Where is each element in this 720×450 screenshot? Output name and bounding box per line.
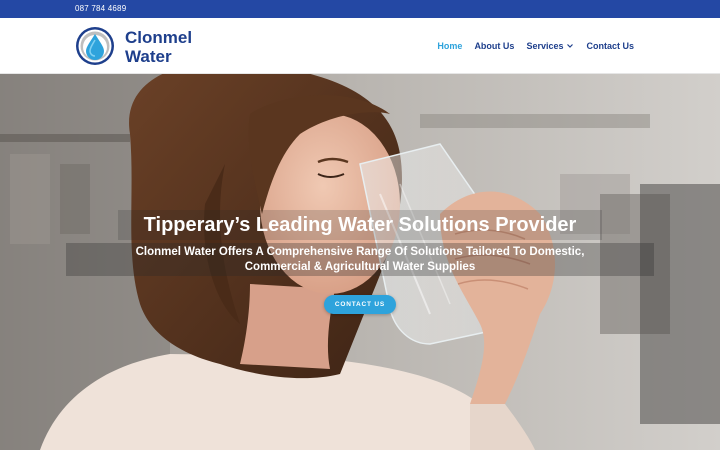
nav-home-label: Home (437, 41, 463, 51)
nav-about-us[interactable]: About Us (474, 41, 514, 51)
nav-about-us-label: About Us (474, 41, 515, 51)
brand-line-2: Water (125, 47, 172, 66)
nav-contact-us[interactable]: Contact Us (586, 41, 634, 51)
hero-subheadline: Clonmel Water Offers A Comprehensive Ran… (66, 243, 654, 276)
nav-services[interactable]: Services (526, 41, 574, 51)
brand-line-1: Clonmel (125, 28, 193, 47)
chevron-down-icon (567, 44, 574, 48)
site-header: Clonmel Water Home About Us Services Con… (0, 18, 720, 74)
water-drop-icon (76, 27, 114, 65)
phone-number[interactable]: 087 784 4689 (75, 4, 126, 13)
brand-name: Clonmel Water (125, 28, 192, 66)
hero-subheadline-line-1: Clonmel Water Offers A Comprehensive Ran… (135, 246, 585, 258)
nav-home[interactable]: Home (437, 41, 462, 51)
main-nav: Home About Us Services Contact Us (437, 18, 634, 74)
top-bar: 087 784 4689 (0, 0, 720, 18)
nav-contact-us-label: Contact Us (586, 41, 634, 51)
hero-headline: Tipperary’s Leading Water Solutions Prov… (118, 210, 602, 240)
nav-services-label: Services (526, 41, 564, 51)
contact-us-button[interactable]: CONTACT US (324, 295, 396, 314)
site-logo[interactable]: Clonmel Water (75, 26, 225, 66)
hero-subheadline-line-2: Commercial & Agricultural Water Supplies (244, 261, 476, 273)
hero-section: Tipperary’s Leading Water Solutions Prov… (0, 74, 720, 450)
